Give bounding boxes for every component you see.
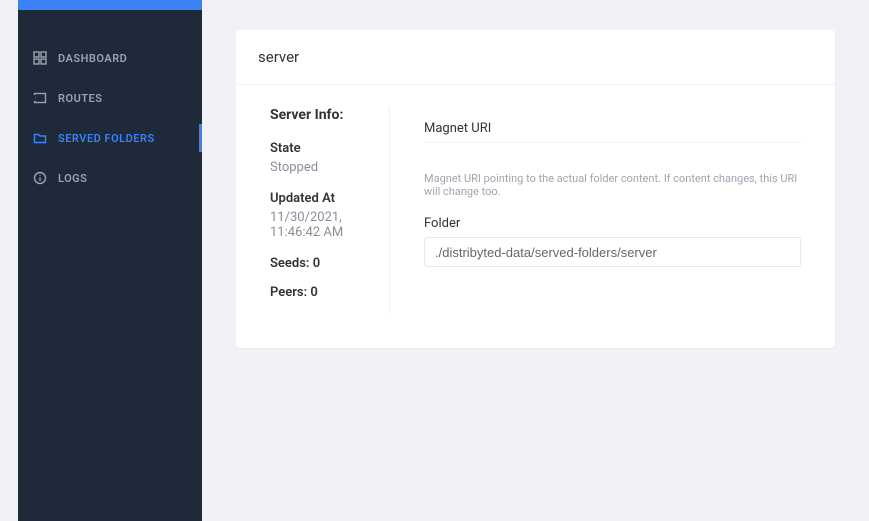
updated-at-block: Updated At 11/30/2021, 11:46:42 AM [270,191,369,240]
magnet-uri-input[interactable] [424,143,801,165]
server-info-column: Server Info: State Stopped Updated At 11… [236,107,390,314]
updated-at-label: Updated At [270,191,369,206]
sidebar-item-label: SERVED FOLDERS [58,132,155,145]
state-value: Stopped [270,160,369,175]
state-block: State Stopped [270,141,369,175]
magnet-uri-field-area [424,142,801,166]
state-label: State [270,141,369,156]
magnet-uri-label: Magnet URI [424,121,801,136]
brand-accent-bar [18,0,202,10]
server-info-heading: Server Info: [270,107,369,123]
form-column: Magnet URI Magnet URI pointing to the ac… [390,107,835,314]
sidebar-item-routes[interactable]: ROUTES [18,78,202,118]
folder-icon [32,130,48,146]
updated-at-value: 11/30/2021, 11:46:42 AM [270,210,369,240]
folder-label: Folder [424,216,801,231]
sidebar-item-logs[interactable]: LOGS [18,158,202,198]
sidebar-item-label: ROUTES [58,92,102,105]
seeds-row: Seeds: 0 [270,256,369,271]
main-content: server Server Info: State Stopped Update… [202,0,869,521]
sidebar-item-dashboard[interactable]: DASHBOARD [18,38,202,78]
sidebar-nav: DASHBOARD ROUTES SERVED FOLDERS [18,38,202,198]
sidebar: DASHBOARD ROUTES SERVED FOLDERS [18,0,202,521]
sidebar-item-label: DASHBOARD [58,52,127,65]
routes-icon [32,90,48,106]
folder-input[interactable] [424,237,801,267]
info-icon [32,170,48,186]
dashboard-icon [32,50,48,66]
peers-row: Peers: 0 [270,285,369,300]
server-card: server Server Info: State Stopped Update… [236,30,835,348]
sidebar-item-served-folders[interactable]: SERVED FOLDERS [18,118,202,158]
page-title: server [236,30,835,84]
card-body: Server Info: State Stopped Updated At 11… [236,84,835,348]
magnet-uri-hint: Magnet URI pointing to the actual folder… [424,172,801,198]
sidebar-item-label: LOGS [58,172,87,185]
